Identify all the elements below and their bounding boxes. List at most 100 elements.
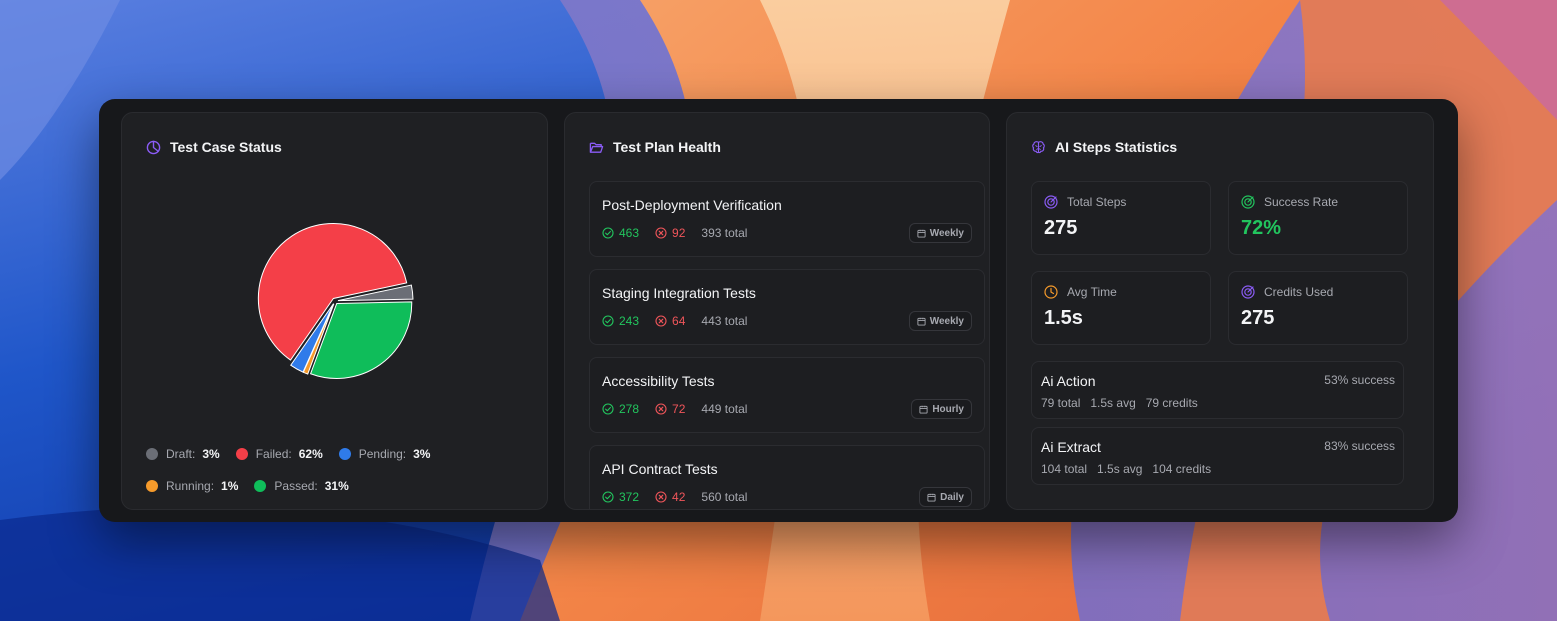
legend-value: 1% [221,479,239,493]
failed-count: 92 [655,226,685,240]
x-circle-icon [655,403,667,415]
metric-label-text: Avg Time [1067,285,1117,299]
legend-label: Pending: [358,447,407,461]
card-title: Test Plan Health [613,139,721,155]
action-success-rate: 53% success [1324,373,1395,387]
legend-label: Passed: [274,479,318,493]
schedule-badge: Hourly [911,399,972,419]
metric-label-text: Total Steps [1067,195,1127,209]
legend-dot [146,448,158,460]
failed-count: 64 [655,314,685,328]
schedule-label: Weekly [929,227,964,239]
folder-open-icon [589,142,604,153]
status-pie-chart [257,223,414,379]
brain-icon [1032,140,1045,153]
metric-value: 1.5s [1044,307,1083,329]
legend-value: 62% [298,447,323,461]
avg-time-metric: Avg Time 1.5s [1031,271,1211,345]
calendar-icon [917,317,926,326]
legend-dot [146,480,158,492]
metric-label: Avg Time [1044,285,1117,299]
check-circle-icon [602,315,614,327]
test-plan-item[interactable]: Post-Deployment Verification 463 92 393 … [589,181,985,257]
failed-count: 72 [655,402,685,416]
legend-item-pending: Pending: 3% [338,447,431,461]
action-total: 79 total [1041,396,1081,410]
ai-action-row[interactable]: Ai Action 53% success 79 total 1.5s avg … [1031,361,1404,419]
card-title: AI Steps Statistics [1055,139,1178,155]
passed-value: 243 [619,314,640,328]
metric-label-text: Credits Used [1264,285,1334,299]
action-credits: 79 credits [1145,396,1198,410]
action-meta: 104 total 1.5s avg 104 credits [1041,462,1211,476]
total-count: 560 total [701,490,748,504]
passed-count: 243 [602,314,639,328]
clock-icon [1044,285,1058,299]
legend-item-draft: Draft: 3% [146,447,220,461]
test-plan-health-card: Test Plan Health Post-Deployment Verific… [564,112,990,510]
failed-value: 72 [672,402,686,416]
passed-value: 372 [619,490,640,504]
test-plan-item[interactable]: Staging Integration Tests 243 64 443 tot… [589,269,985,345]
total-steps-metric: Total Steps 275 [1031,181,1211,255]
plan-name: API Contract Tests [602,461,718,477]
action-avg: 1.5s avg [1090,396,1136,410]
calendar-icon [927,493,936,502]
action-meta: 79 total 1.5s avg 79 credits [1041,396,1198,410]
schedule-badge: Weekly [908,311,972,331]
plan-name: Accessibility Tests [602,373,715,389]
total-count: 443 total [701,314,748,328]
action-credits: 104 credits [1152,462,1212,476]
pie-legend: Draft: 3% Failed: 62% Pending: 3% Runnin… [146,438,546,502]
passed-value: 278 [619,402,640,416]
credits-used-metric: Credits Used 275 [1228,271,1408,345]
passed-value: 463 [619,226,640,240]
target-icon [1044,195,1058,209]
legend-dot [338,448,351,460]
plan-stats: 278 72 449 total [602,402,747,416]
x-circle-icon [655,315,667,327]
test-case-status-card: Test Case Status Draft: 3% Failed: 62% P… [121,112,548,510]
plan-stats: 372 42 560 total [602,490,747,504]
plan-stats: 463 92 393 total [602,226,747,240]
failed-value: 64 [672,314,686,328]
failed-value: 42 [672,490,686,504]
schedule-label: Daily [940,491,964,503]
passed-count: 463 [602,226,639,240]
plan-name: Post-Deployment Verification [602,197,782,213]
check-circle-icon [602,491,614,503]
check-circle-icon [602,227,614,239]
ai-extract-row[interactable]: Ai Extract 83% success 104 total 1.5s av… [1031,427,1404,485]
metric-label: Total Steps [1044,195,1126,209]
total-count: 393 total [701,226,748,240]
schedule-badge: Weekly [908,223,972,243]
metric-value: 72% [1241,217,1282,239]
action-success-rate: 83% success [1324,439,1395,453]
pie-slice-passed[interactable] [309,301,413,379]
passed-count: 278 [602,402,639,416]
schedule-badge: Daily [919,487,972,507]
legend-label: Draft: [166,447,196,461]
action-total: 104 total [1041,462,1088,476]
calendar-icon [917,229,926,238]
test-plan-item[interactable]: Accessibility Tests 278 72 449 total Hou… [589,357,985,433]
x-circle-icon [655,227,667,239]
plan-name: Staging Integration Tests [602,285,756,301]
legend-label: Running: [166,479,215,493]
dashboard-panel: Test Case Status Draft: 3% Failed: 62% P… [99,99,1458,522]
check-circle-icon [602,403,614,415]
metric-label-text: Success Rate [1264,195,1339,209]
test-plan-health-header: Test Plan Health [589,139,721,155]
schedule-label: Weekly [929,315,964,327]
legend-value: 3% [413,447,431,461]
target-icon [1241,285,1255,299]
metric-label: Success Rate [1241,195,1338,209]
legend-value: 31% [324,479,349,493]
legend-item-running: Running: 1% [146,479,238,493]
test-plan-item[interactable]: API Contract Tests 372 42 560 total Dail… [589,445,985,509]
action-name: Ai Extract [1041,439,1101,455]
calendar-icon [919,405,928,414]
ai-steps-header: AI Steps Statistics [1031,139,1177,155]
failed-count: 42 [655,490,685,504]
success-rate-metric: Success Rate 72% [1228,181,1408,255]
